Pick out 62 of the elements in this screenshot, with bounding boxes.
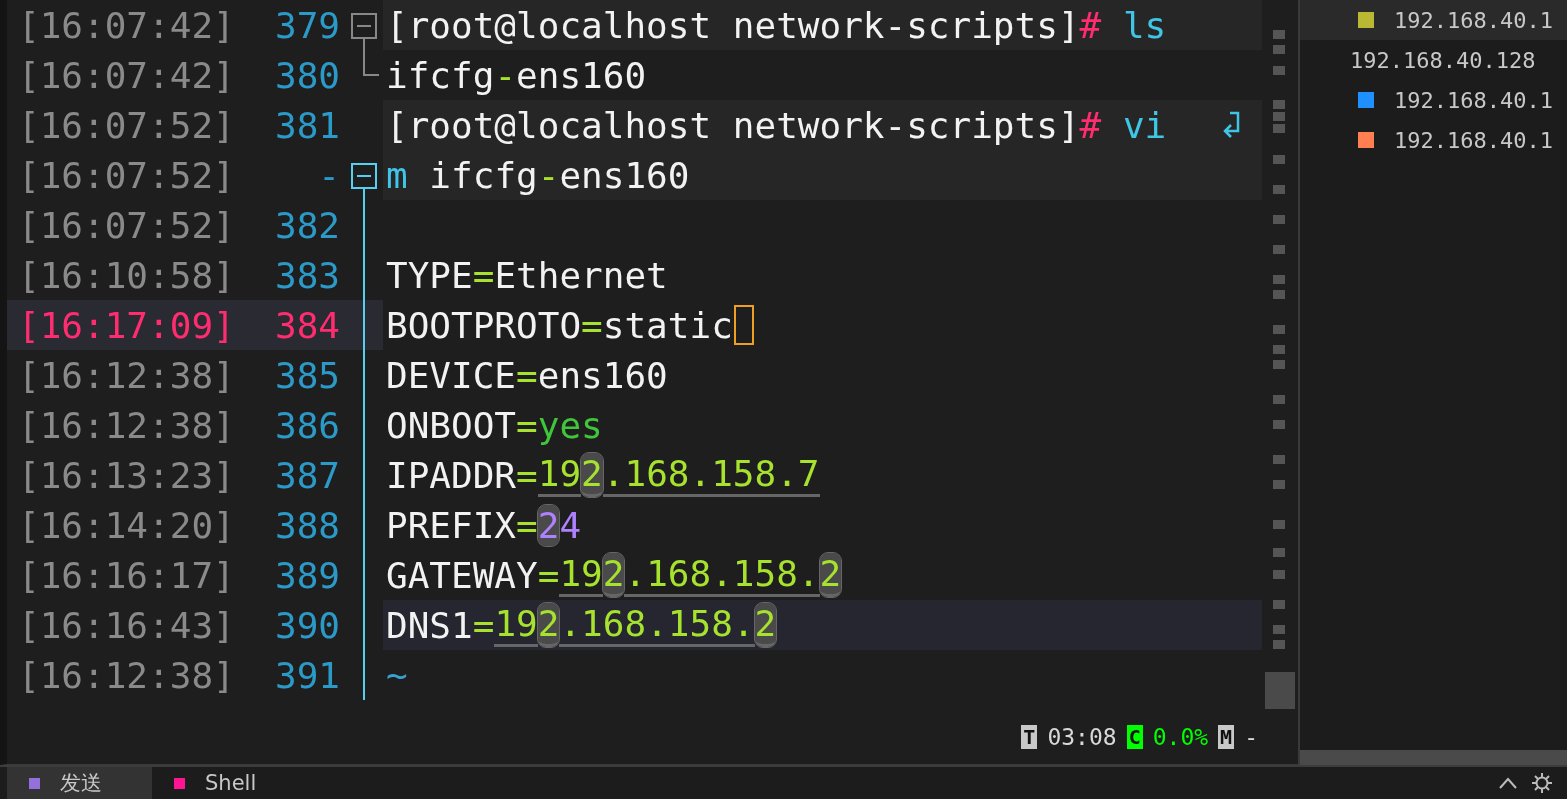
status-text: 03:08: [1047, 723, 1117, 750]
terminal-line: DEVICE=ens160: [386, 354, 668, 396]
line-number: 379: [273, 4, 340, 46]
timestamp: [16:12:38]: [18, 354, 236, 396]
line-number: 382: [273, 204, 340, 246]
timestamp: [16:07:42]: [18, 54, 236, 96]
timestamp: [16:12:38]: [18, 654, 236, 696]
terminal-line: TYPE=Ethernet: [386, 254, 668, 296]
timestamp: [16:17:09]: [18, 304, 236, 346]
mode-badge: M: [1218, 724, 1235, 749]
terminal-line: ifcfg-ens160: [386, 54, 647, 96]
terminal-line: PREFIX=24: [386, 504, 582, 546]
timestamp: [16:14:20]: [18, 504, 236, 546]
session-tab[interactable]: Shell: [152, 767, 297, 799]
line-number: 391: [273, 654, 340, 696]
timestamp: [16:07:52]: [18, 204, 236, 246]
timestamp: [16:16:17]: [18, 554, 236, 596]
session-label: 192.168.40.1: [1394, 127, 1553, 153]
session-item[interactable]: 192.168.40.1: [1300, 80, 1567, 120]
line-number: 387: [273, 454, 340, 496]
terminal-line: [root@localhost network-scripts]# vi: [386, 104, 1167, 146]
timestamp: [16:13:23]: [18, 454, 236, 496]
timestamp: [16:12:38]: [18, 404, 236, 446]
line-number: 383: [273, 254, 340, 296]
status-text: -: [1244, 723, 1258, 750]
line-number: 390: [273, 604, 340, 646]
mode-badge: C: [1126, 724, 1143, 749]
session-label: 192.168.40.1: [1394, 87, 1553, 113]
terminal-line: ONBOOT=yes: [386, 404, 603, 446]
terminal-line: m ifcfg-ens160: [386, 154, 690, 196]
terminal-line: [root@localhost network-scripts]# ls: [386, 4, 1167, 46]
line-number: 388: [273, 504, 340, 546]
timestamp: [16:07:42]: [18, 4, 236, 46]
line-number: 380: [273, 54, 340, 96]
session-item[interactable]: 192.168.40.128: [1300, 40, 1567, 80]
mode-badge: T: [1021, 724, 1038, 749]
session-label: 192.168.40.128: [1350, 47, 1536, 73]
status-text: 0.0%: [1152, 723, 1209, 750]
fold-icon[interactable]: [351, 163, 377, 200]
terminal-line: BOOTPROTO=static: [386, 304, 733, 346]
session-tab[interactable]: 发送: [7, 767, 152, 799]
terminal-line: IPADDR=192.168.158.7: [386, 453, 820, 497]
terminal-line: GATEWAY=192.168.158.2: [386, 553, 842, 597]
horizontal-scrollbar[interactable]: [1300, 750, 1567, 765]
line-number: 386: [273, 404, 340, 446]
timestamp: [16:10:58]: [18, 254, 236, 296]
timestamp: [16:07:52]: [18, 154, 236, 196]
session-label: 192.168.40.1: [1394, 7, 1553, 33]
line-number: 385: [273, 354, 340, 396]
fold-icon[interactable]: [351, 13, 377, 50]
line-number: 381: [273, 104, 340, 146]
line-number: -: [317, 154, 340, 196]
line-number: 384: [273, 304, 340, 346]
session-item[interactable]: 192.168.40.1: [1300, 120, 1567, 160]
line-number: 389: [273, 554, 340, 596]
timestamp: [16:07:52]: [18, 104, 236, 146]
caret-up-icon[interactable]: [1499, 777, 1517, 789]
settings-icon[interactable]: [1531, 772, 1553, 794]
terminal-line: ~: [386, 654, 408, 696]
terminal-line: DNS1=192.168.158.2: [386, 603, 777, 647]
session-item[interactable]: 192.168.40.1: [1300, 0, 1567, 40]
timestamp: [16:16:43]: [18, 604, 236, 646]
